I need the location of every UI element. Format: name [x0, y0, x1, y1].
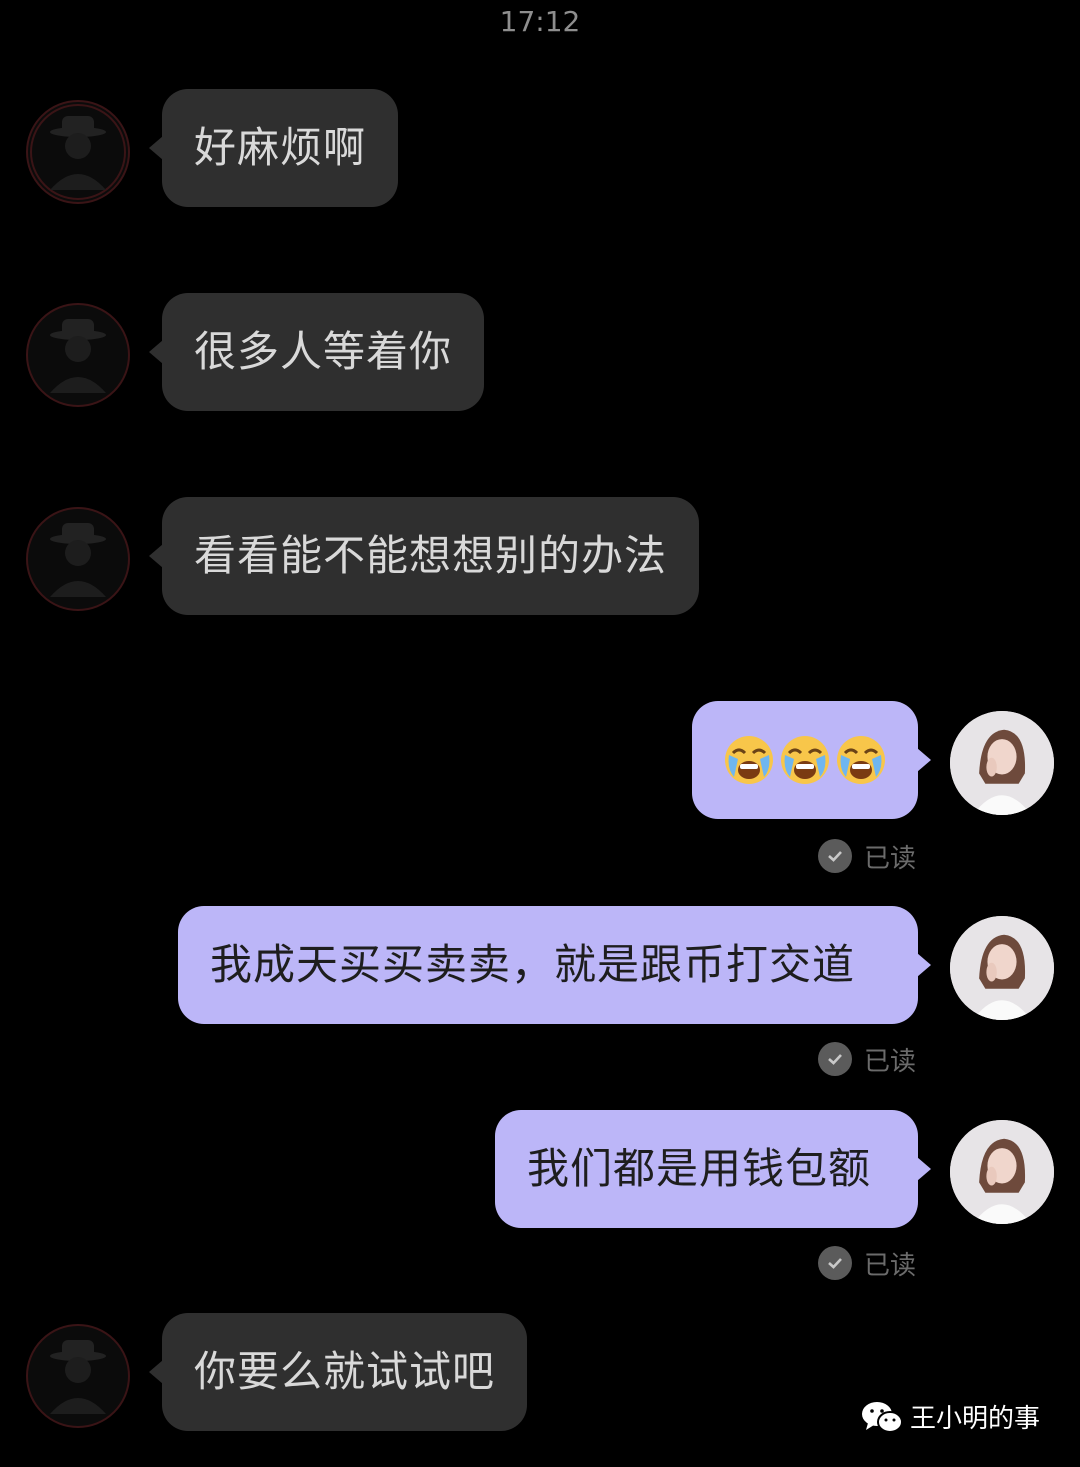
crying-face-emoji: [781, 736, 829, 784]
watermark-label: 王小明的事: [910, 1404, 1041, 1434]
check-icon: [818, 1042, 852, 1076]
message-bubble-incoming[interactable]: 很多人等着你: [148, 293, 485, 411]
read-receipt: 已读: [818, 1041, 916, 1077]
my-avatar[interactable]: [950, 711, 1054, 815]
read-status-label: 已读: [864, 1046, 917, 1077]
check-icon: [818, 839, 852, 873]
contact-avatar[interactable]: [26, 1324, 130, 1428]
my-avatar[interactable]: [950, 1120, 1054, 1224]
message-bubble-outgoing[interactable]: 我们都是用钱包额: [495, 1110, 931, 1228]
wechat-icon: [862, 1401, 903, 1433]
contact-avatar[interactable]: [26, 507, 130, 611]
crying-face-emoji: [725, 736, 773, 784]
contact-avatar[interactable]: [26, 303, 130, 407]
message-bubble-incoming[interactable]: 好麻烦啊: [148, 89, 399, 207]
message-timestamp: 17:12: [499, 5, 581, 38]
read-status-label: 已读: [864, 843, 917, 874]
message-bubble-incoming[interactable]: 看看能不能想想别的办法: [148, 497, 700, 615]
message-bubble-outgoing[interactable]: 我成天买买卖卖，就是跟币打交道: [178, 906, 931, 1024]
read-receipt: 已读: [818, 1245, 916, 1281]
read-receipt: 已读: [818, 838, 916, 874]
read-status-label: 已读: [864, 1250, 917, 1281]
my-avatar[interactable]: [950, 916, 1054, 1020]
message-bubble-incoming[interactable]: 你要么就试试吧: [148, 1313, 528, 1431]
message-bubble-outgoing[interactable]: [692, 701, 931, 819]
crying-face-emoji: [837, 736, 885, 784]
watermark: 王小明的事: [860, 1398, 1040, 1435]
check-icon: [818, 1246, 852, 1280]
contact-avatar[interactable]: [26, 100, 130, 204]
